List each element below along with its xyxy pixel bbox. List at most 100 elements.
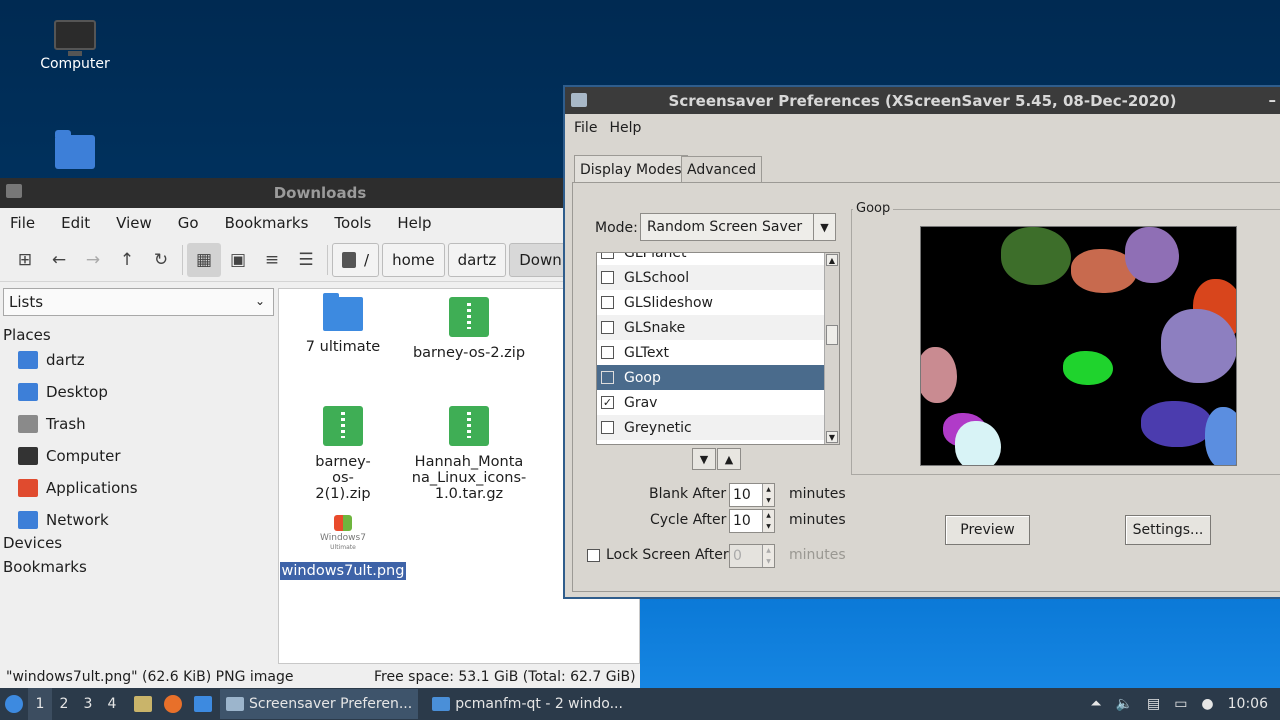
file-item[interactable]: 7 ultimate — [279, 293, 407, 355]
preview-button[interactable]: Preview — [945, 515, 1030, 545]
title-bar[interactable]: Screensaver Preferences (XScreenSaver 5.… — [565, 87, 1280, 114]
place-item-desktop[interactable]: Desktop — [0, 376, 278, 408]
forward-arrow-icon[interactable]: → — [76, 243, 110, 277]
workspace-1[interactable]: 1 — [28, 688, 52, 720]
mode-select[interactable]: Random Screen Saver ▼ — [640, 213, 836, 241]
list-item[interactable]: Goop — [597, 365, 824, 390]
window-title: Screensaver Preferences (XScreenSaver 5.… — [668, 91, 1177, 110]
breadcrumb-home[interactable]: home — [382, 242, 445, 277]
firefox-launcher-icon[interactable] — [164, 695, 182, 713]
list-item[interactable]: GLSnake — [597, 315, 824, 340]
checkbox-unchecked[interactable] — [601, 321, 614, 334]
place-label: Desktop — [46, 383, 108, 401]
side-pane-mode-select[interactable]: Lists ⌄ — [3, 288, 274, 316]
cycle-after-label: Cycle After — [650, 512, 727, 528]
devices-header[interactable]: Devices — [0, 534, 278, 552]
tray-arrow-icon[interactable]: ⏶ — [1090, 696, 1101, 712]
place-item-network[interactable]: Network — [0, 504, 278, 536]
place-label: Trash — [46, 415, 86, 433]
task-screensaver[interactable]: Screensaver Preferen... — [220, 689, 419, 719]
toolbar-separator — [182, 244, 183, 275]
menu-file[interactable]: File — [10, 214, 35, 232]
list-item[interactable]: GLPlanet — [597, 253, 824, 265]
workspace-4[interactable]: 4 — [100, 688, 124, 720]
menu-bar: File Help — [565, 114, 1280, 142]
workspace-3[interactable]: 3 — [76, 688, 100, 720]
place-item-dartz[interactable]: dartz — [0, 344, 278, 376]
breadcrumb-root[interactable]: / — [332, 242, 380, 277]
blank-after-spinner[interactable]: 10 ▲ ▼ — [729, 483, 775, 507]
minimize-icon[interactable]: – — [1269, 91, 1277, 109]
settings-button[interactable]: Settings... — [1125, 515, 1211, 545]
places-header[interactable]: Places — [0, 326, 278, 344]
scroll-down-icon[interactable]: ▼ — [826, 431, 838, 443]
file-manager-launcher-icon[interactable] — [134, 696, 152, 712]
menu-file[interactable]: File — [574, 120, 597, 136]
file-item-selected[interactable]: Windows7 Ultimate windows7ult.png — [279, 515, 407, 580]
menu-help[interactable]: Help — [609, 120, 641, 136]
file-item[interactable]: barney-os-2.zip — [405, 297, 533, 361]
compact-view-icon[interactable]: ≡ — [255, 243, 289, 277]
checkbox-unchecked[interactable] — [601, 296, 614, 309]
checkbox-unchecked[interactable] — [601, 371, 614, 384]
notification-icon[interactable]: ● — [1201, 696, 1213, 712]
place-item-trash[interactable]: Trash — [0, 408, 278, 440]
reload-icon[interactable]: ↻ — [144, 243, 178, 277]
checkbox-unchecked[interactable] — [601, 346, 614, 359]
spinner-arrows-icon: ▲ ▼ — [762, 545, 774, 567]
file-item[interactable]: barney-os-2(1).zip — [279, 406, 407, 502]
list-item[interactable]: GLText — [597, 340, 824, 365]
drive-icon — [342, 251, 356, 268]
task-pcmanfm[interactable]: pcmanfm-qt - 2 windo... — [426, 689, 629, 719]
spinner-arrows-icon[interactable]: ▲ ▼ — [762, 510, 774, 532]
volume-icon[interactable]: 🔈 — [1116, 696, 1133, 712]
desktop-icon-computer[interactable]: Computer — [25, 20, 125, 72]
back-arrow-icon[interactable]: ← — [42, 243, 76, 277]
checkbox-unchecked[interactable] — [601, 271, 614, 284]
list-item-label: Greynetic — [624, 419, 692, 436]
app-menu-icon[interactable] — [0, 688, 28, 720]
list-scrollbar[interactable]: ▲ ▼ — [824, 253, 839, 444]
tab-advanced[interactable]: Advanced — [681, 156, 763, 183]
list-item[interactable]: Greynetic — [597, 415, 824, 440]
detailed-view-icon[interactable]: ☰ — [289, 243, 323, 277]
breadcrumb-dartz[interactable]: dartz — [447, 242, 507, 277]
place-item-applications[interactable]: Applications — [0, 472, 278, 504]
clock[interactable]: 10:06 — [1228, 696, 1268, 712]
title-bar[interactable]: Downloads — [0, 178, 640, 208]
folder-icon — [432, 697, 451, 711]
icon-view-icon[interactable]: ▦ — [187, 242, 221, 277]
workspace-2[interactable]: 2 — [52, 688, 76, 720]
up-arrow-icon[interactable]: ↑ — [110, 243, 144, 277]
cycle-after-spinner[interactable]: 10 ▲ ▼ — [729, 509, 775, 533]
menu-tools[interactable]: Tools — [334, 214, 371, 232]
list-item[interactable]: GLSchool — [597, 265, 824, 290]
scroll-thumb[interactable] — [826, 325, 838, 345]
checkbox-unchecked[interactable] — [601, 253, 614, 259]
checkbox-unchecked[interactable] — [601, 421, 614, 434]
scroll-up-icon[interactable]: ▲ — [826, 254, 838, 266]
spinner-arrows-icon[interactable]: ▲ ▼ — [762, 484, 774, 506]
new-tab-icon[interactable]: ⊞ — [8, 243, 42, 277]
places-list: dartz Desktop Trash Computer Applications Net… — [0, 344, 278, 536]
list-item[interactable]: ✓ Grav — [597, 390, 824, 415]
lock-screen-checkbox[interactable] — [587, 549, 600, 562]
menu-view[interactable]: View — [116, 214, 152, 232]
show-desktop-icon[interactable] — [194, 696, 212, 712]
desktop-icon-home[interactable] — [25, 130, 125, 175]
network-icon[interactable]: ▭ — [1174, 696, 1187, 712]
prev-mode-button[interactable]: ▲ — [717, 448, 741, 470]
list-item[interactable]: GLSlideshow — [597, 290, 824, 315]
menu-go[interactable]: Go — [178, 214, 199, 232]
bookmarks-header[interactable]: Bookmarks — [0, 558, 278, 576]
checkbox-checked[interactable]: ✓ — [601, 396, 614, 409]
thumbnail-view-icon[interactable]: ▣ — [221, 243, 255, 277]
menu-help[interactable]: Help — [397, 214, 431, 232]
next-mode-button[interactable]: ▼ — [692, 448, 716, 470]
file-item[interactable]: Hannah_Montana_Linux_icons-1.0.tar.gz — [405, 406, 533, 502]
clipboard-icon[interactable]: ▤ — [1147, 696, 1160, 712]
place-item-computer[interactable]: Computer — [0, 440, 278, 472]
menu-edit[interactable]: Edit — [61, 214, 90, 232]
tab-display-modes[interactable]: Display Modes — [574, 155, 688, 184]
menu-bookmarks[interactable]: Bookmarks — [225, 214, 309, 232]
